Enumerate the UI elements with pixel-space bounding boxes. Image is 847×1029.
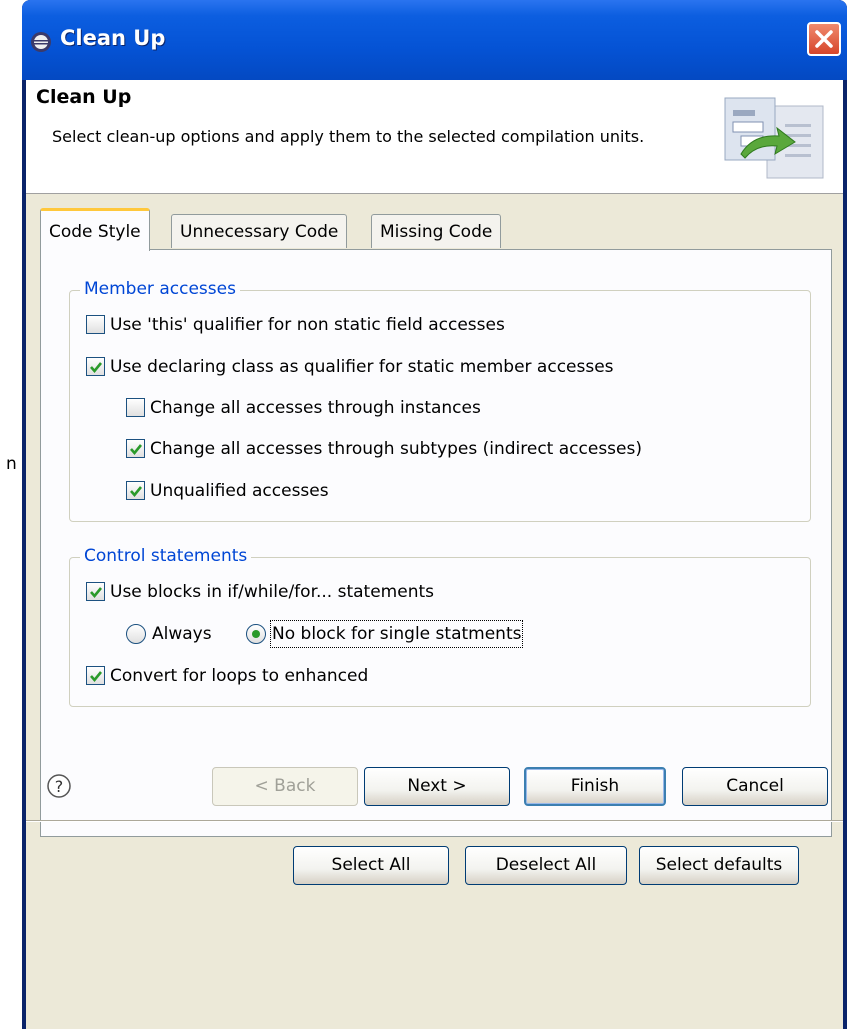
close-button[interactable] <box>807 22 841 56</box>
control-statements-group: Control statements Use blocks in if/whil… <box>69 546 811 707</box>
checkmark-icon <box>130 486 143 498</box>
checkbox-label: Convert for loops to enhanced <box>110 666 369 686</box>
wizard-header: Clean Up Select clean-up options and app… <box>26 80 843 194</box>
checkmark-icon <box>90 362 103 374</box>
eclipse-icon <box>31 32 51 52</box>
tab-label: Missing Code <box>380 222 493 242</box>
radio-always[interactable] <box>126 624 146 644</box>
block-mode-radio-group: Always No block for single statments <box>126 620 546 648</box>
footer-separator <box>26 820 843 822</box>
clean-up-dialog: Clean Up Clean Up Select clean-up option… <box>22 0 847 1029</box>
window-title: Clean Up <box>60 26 166 50</box>
checkbox-label: Change all accesses through instances <box>150 398 481 418</box>
checkbox-box[interactable] <box>86 582 105 601</box>
background-edge-text: n <box>6 454 17 474</box>
member-accesses-legend: Member accesses <box>80 279 240 299</box>
close-icon <box>815 30 833 48</box>
checkbox-label: Use 'this' qualifier for non static fiel… <box>110 315 505 335</box>
page-description: Select clean-up options and apply them t… <box>52 127 645 146</box>
checkbox-box[interactable] <box>86 357 105 376</box>
checkbox-box[interactable] <box>126 398 145 417</box>
checkmark-icon <box>130 444 143 456</box>
checkbox-label: Unqualified accesses <box>150 481 329 501</box>
select-all-button[interactable]: Select All <box>293 846 449 885</box>
title-bar[interactable]: Clean Up <box>22 0 847 80</box>
svg-text:?: ? <box>55 777 64 796</box>
back-button[interactable]: < Back <box>212 767 358 806</box>
background-window-edge: n <box>0 0 22 1029</box>
tab-code-style[interactable]: Code Style <box>40 208 150 251</box>
checkbox-box[interactable] <box>126 439 145 458</box>
page-title: Clean Up <box>36 86 132 108</box>
checkbox-label: Use blocks in if/while/for... statements <box>110 582 434 602</box>
checkbox-box[interactable] <box>86 315 105 334</box>
tab-unnecessary-code[interactable]: Unnecessary Code <box>171 214 348 248</box>
dialog-client-area: Clean Up Select clean-up options and app… <box>26 80 843 1029</box>
select-defaults-button[interactable]: Select defaults <box>639 846 799 885</box>
checkmark-icon <box>90 587 103 599</box>
radio-selected-dot <box>252 630 260 638</box>
checkmark-icon <box>90 671 103 683</box>
next-button[interactable]: Next > <box>364 767 510 806</box>
control-statements-legend: Control statements <box>80 546 252 566</box>
tab-label: Unnecessary Code <box>180 222 339 242</box>
radio-label-always[interactable]: Always <box>152 622 212 646</box>
member-accesses-group: Member accesses Use 'this' qualifier for… <box>69 279 811 522</box>
code-style-panel: Member accesses Use 'this' qualifier for… <box>40 249 832 885</box>
deselect-all-button[interactable]: Deselect All <box>465 846 627 885</box>
radio-label-no-block[interactable]: No block for single statments <box>269 620 524 648</box>
tab-label: Code Style <box>49 222 141 242</box>
checkbox-label: Use declaring class as qualifier for sta… <box>110 357 614 377</box>
tab-missing-code[interactable]: Missing Code <box>371 214 502 248</box>
radio-no-block[interactable] <box>246 624 266 644</box>
checkbox-box[interactable] <box>86 666 105 685</box>
help-icon[interactable]: ? <box>46 773 72 799</box>
finish-button[interactable]: Finish <box>524 767 666 806</box>
clean-up-wizard-icon <box>724 97 824 179</box>
checkbox-label: Change all accesses through subtypes (in… <box>150 439 642 459</box>
cancel-button[interactable]: Cancel <box>682 767 828 806</box>
checkbox-box[interactable] <box>126 481 145 500</box>
